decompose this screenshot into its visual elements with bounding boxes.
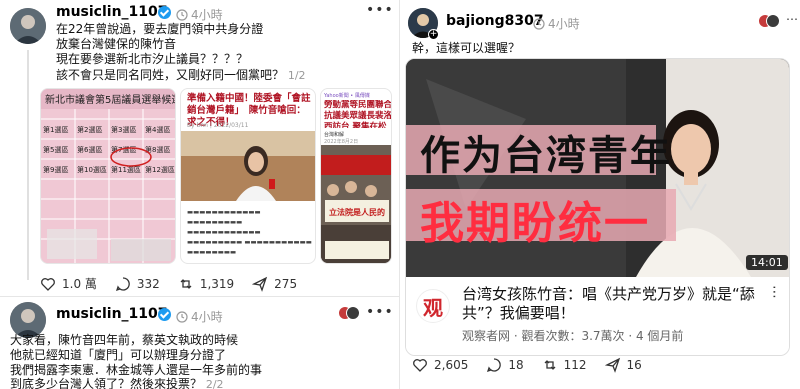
username[interactable]: musiclin_1107 <box>56 4 168 20</box>
more-options-icon[interactable]: ••• <box>366 304 394 320</box>
comment-count: 332 <box>136 276 160 291</box>
heart-icon <box>413 359 427 372</box>
svg-text:第2選區: 第2選區 <box>77 125 102 134</box>
post-text-line: 大家看，陳竹音四年前，蔡英文執政的時候 <box>10 333 239 347</box>
channel-logo-glyph: 观 <box>423 295 443 320</box>
channel-logo[interactable]: 观 <box>416 289 450 323</box>
svg-text:第10選區: 第10選區 <box>77 165 107 174</box>
repost-icon <box>544 360 556 370</box>
comment-button[interactable]: 332 <box>115 276 160 292</box>
share-icon <box>604 357 620 373</box>
post-text-line: 放棄台灣健保的陳竹音 <box>56 37 177 51</box>
post-time: 4小時 <box>191 8 223 22</box>
clock-icon <box>533 17 545 30</box>
share-count: 275 <box>274 276 298 291</box>
comment-count: 18 <box>508 358 524 372</box>
svg-text:第3選區: 第3選區 <box>111 125 136 134</box>
news-article-image-1[interactable]: 準備入籍中國！陸委會「會註銷台灣戶籍」 陳竹音嗆回：求之不得！ By bnn |… <box>180 88 316 264</box>
svg-text:新北市議會第5屆議員選舉候選人登記: 新北市議會第5屆議員選舉候選人登記 <box>45 93 176 106</box>
more-options-icon[interactable]: ••• <box>366 2 394 18</box>
verified-badge-icon <box>158 6 171 19</box>
share-button[interactable]: 16 <box>604 357 642 373</box>
column-divider <box>399 0 400 389</box>
reactor-avatars[interactable] <box>338 306 362 320</box>
username[interactable]: bajiong8307 <box>446 13 544 29</box>
news-date: 2022年8月2日 <box>324 139 359 145</box>
svg-text:第1選區: 第1選區 <box>43 125 68 134</box>
repost-count: 112 <box>563 358 587 372</box>
post-text-line: 現在要參選新北市汐止議員？？？？ <box>56 52 249 66</box>
comment-icon <box>115 276 130 291</box>
page-indicator: 2/2 <box>205 378 224 389</box>
clock-icon <box>176 310 188 323</box>
like-button[interactable]: 1.0 萬 <box>40 275 97 292</box>
video-more-icon[interactable]: ⋯ <box>766 285 782 299</box>
page-indicator: 1/2 <box>287 69 306 82</box>
svg-text:第7選區: 第7選區 <box>111 145 136 154</box>
repost-count: 1,319 <box>199 276 235 291</box>
post-text-line: 該不會只是同名同姓，又剛好同一個黨吧？ <box>56 68 285 82</box>
news-headline: 勞動黨等民團聯合抗議美眾議長裴洛西訪台 聚集在松山機場外、拒絕美國霸權掠奪 <box>324 100 392 128</box>
news-source: Yahoo新聞 • 風傳媒 <box>324 93 370 99</box>
repost-button[interactable]: 112 <box>542 357 587 373</box>
post-text-line: 到底多少台灣人領了？然後來投票？ <box>10 377 203 389</box>
clock-icon <box>176 8 188 21</box>
svg-text:第5選區: 第5選區 <box>43 145 68 154</box>
post-time: 4小時 <box>191 310 223 324</box>
follow-plus-icon[interactable]: + <box>428 29 439 40</box>
post-divider <box>0 296 399 297</box>
verified-badge-icon <box>158 308 171 321</box>
video-title[interactable]: 台湾女孩陈竹音：唱《共产党万岁》就是“舔共”？我偏要唱！ <box>462 285 762 323</box>
news-byline: By bnn | 2022/03/11 <box>187 122 249 129</box>
avatar[interactable] <box>10 8 46 44</box>
election-board-image[interactable]: 新北市議會第5屆議員選舉候選人登記 第1選區第2選區第3選區第4選區 第5選區第… <box>40 88 176 264</box>
repost-icon <box>180 278 192 289</box>
post-text-line: 我們揭露李柬憲．林金城等人還是一年多前的事 <box>10 363 263 377</box>
news-photo <box>181 131 315 201</box>
post-time: 4小時 <box>548 17 580 31</box>
video-duration: 14:01 <box>746 255 788 270</box>
post-text-line: 他就已經知道「廈門」可以辦理身分證了 <box>10 348 227 362</box>
like-button[interactable]: 2,605 <box>412 357 468 373</box>
share-count: 16 <box>626 358 642 372</box>
news-article-image-2[interactable]: Yahoo新聞 • 風傳媒 勞動黨等民團聯合抗議美眾議長裴洛西訪台 聚集在松山機… <box>320 88 392 264</box>
video-meta: 观察者网 · 觀看次數：3.7萬次 · 4 個月前 <box>462 329 684 343</box>
svg-text:第9選區: 第9選區 <box>43 165 68 174</box>
svg-text:立法院是人民的: 立法院是人民的 <box>329 207 385 217</box>
like-count: 2,605 <box>434 358 469 372</box>
username[interactable]: musiclin_1107 <box>56 306 168 322</box>
reactor-avatars[interactable] <box>758 14 782 28</box>
comment-icon <box>487 358 502 373</box>
svg-text:第6選區: 第6選區 <box>77 145 102 154</box>
more-options-icon[interactable]: ⋯ <box>786 12 799 26</box>
share-button[interactable]: 275 <box>252 276 297 292</box>
svg-text:第12選區: 第12選區 <box>145 165 175 174</box>
news-byline: 台灣和解 <box>324 132 345 138</box>
repost-button[interactable]: 1,319 <box>178 276 234 292</box>
share-icon <box>252 276 268 292</box>
comment-button[interactable]: 18 <box>486 357 524 373</box>
protest-photo: 立法院是人民的 <box>321 145 391 263</box>
video-link-card[interactable]: 作为台湾青年 我期盼统一 14:01 观 台湾女孩陈竹音：唱《共产党万岁》就是“… <box>405 58 790 356</box>
video-overlay-bottom-text: 我期盼统一 <box>420 198 650 249</box>
post-text: 幹，這樣可以選喔？ <box>412 41 521 55</box>
heart-icon <box>41 277 55 291</box>
video-overlay-top-text: 作为台湾青年 <box>420 133 672 179</box>
svg-text:第4選區: 第4選區 <box>145 125 170 134</box>
thread-line <box>27 50 29 280</box>
video-thumbnail[interactable]: 作为台湾青年 我期盼统一 14:01 <box>406 59 789 277</box>
post-text-line: 在22年曾說過，要去廈門領中共身分證 <box>56 22 264 36</box>
like-count: 1.0 萬 <box>62 277 97 291</box>
